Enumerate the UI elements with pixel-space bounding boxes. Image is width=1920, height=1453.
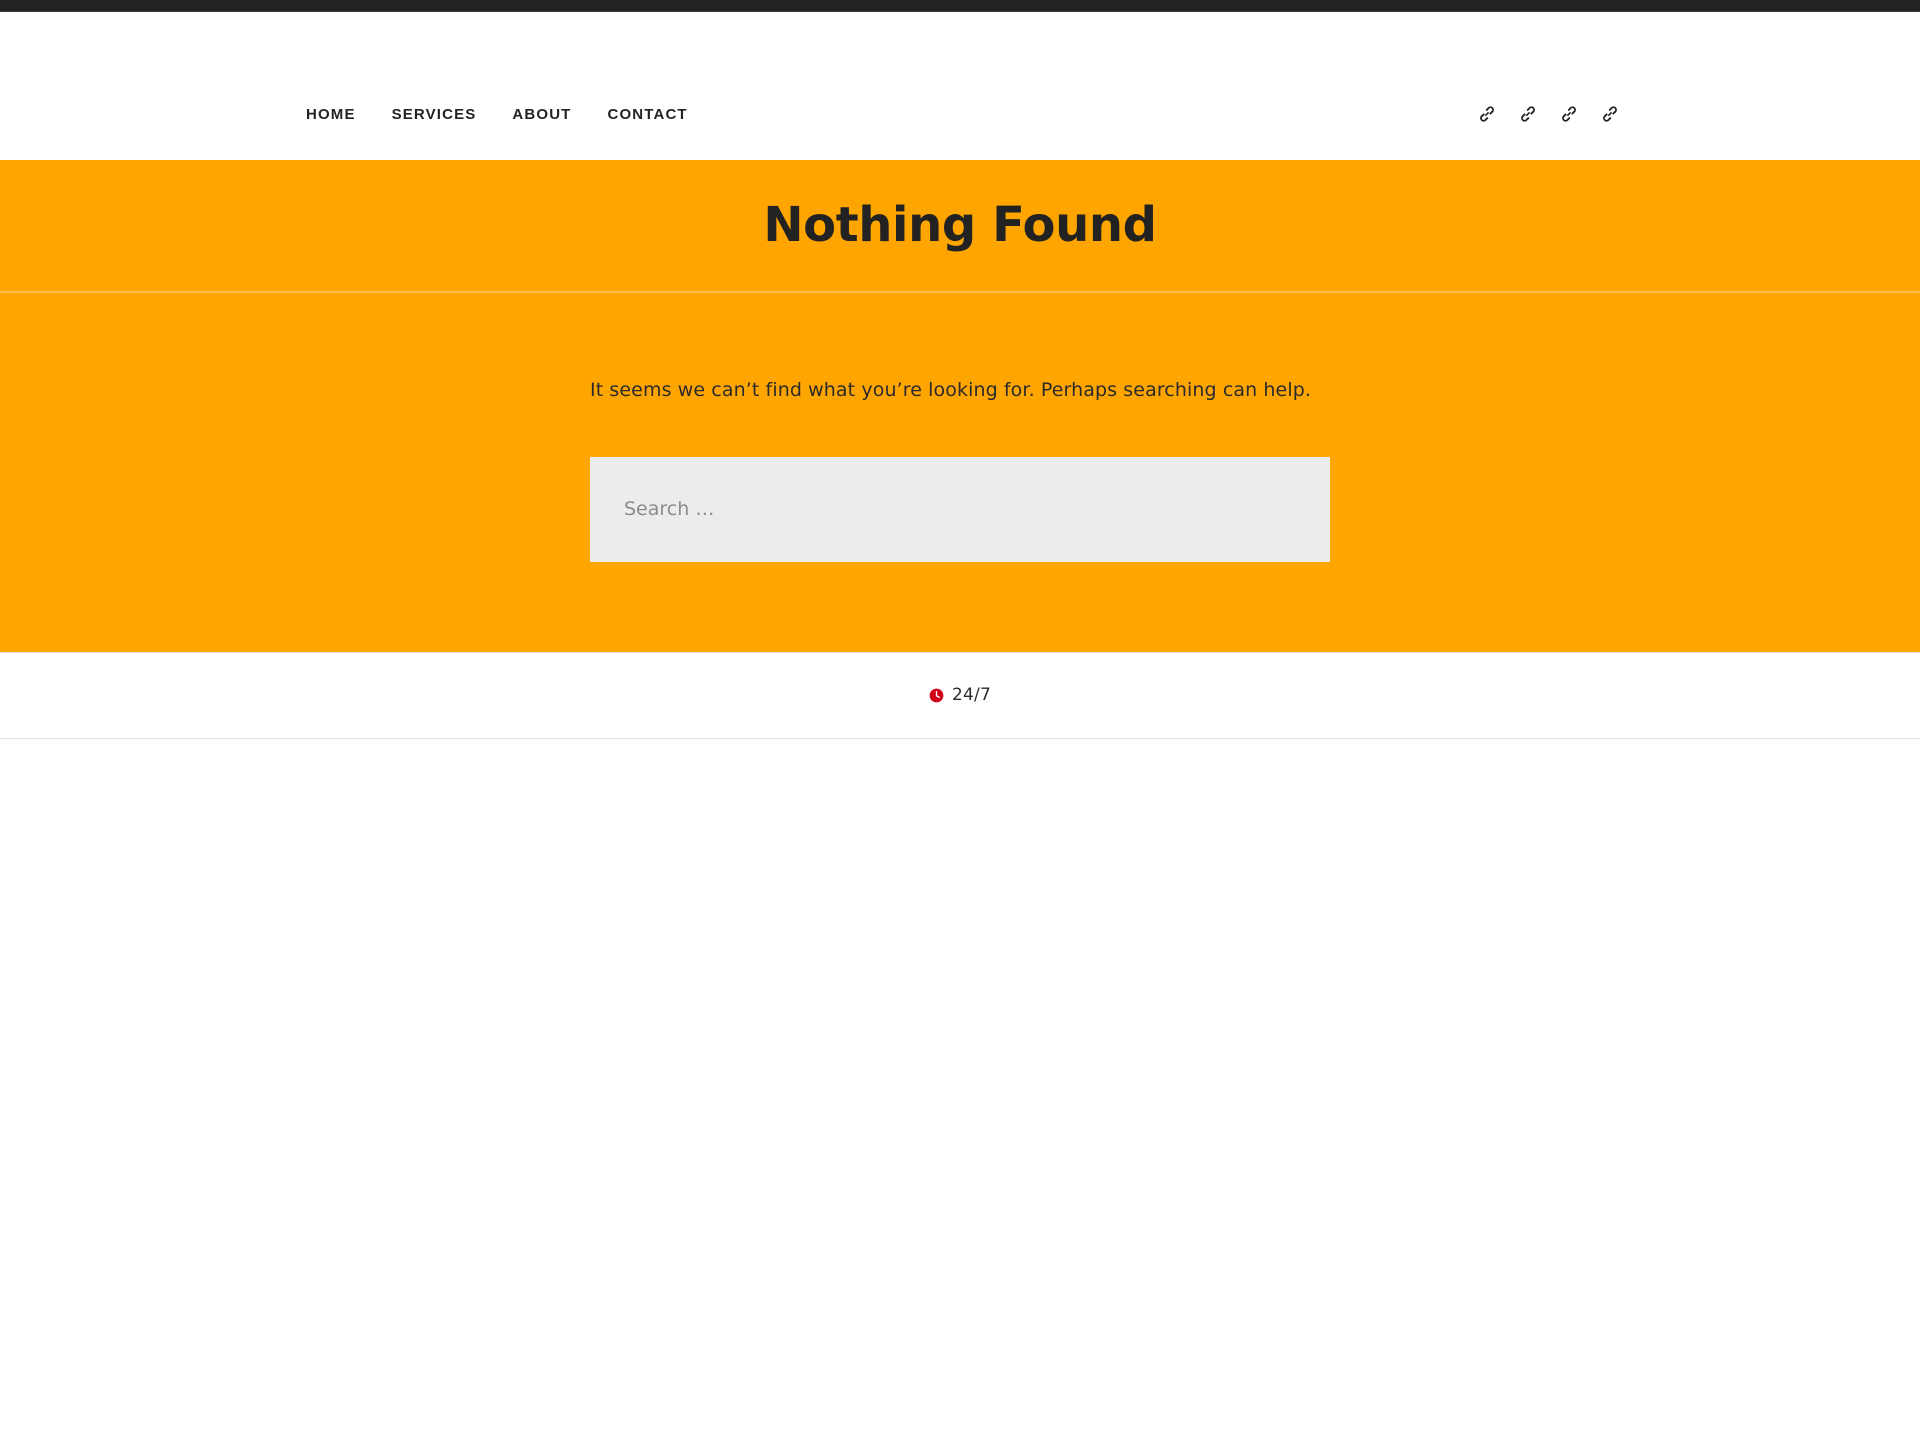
- link-icon[interactable]: [1600, 104, 1620, 124]
- social-links: [1477, 104, 1620, 124]
- page-blank-area: [0, 738, 1920, 1453]
- nav-item-about[interactable]: ABOUT: [512, 107, 571, 122]
- footer-hours: 24/7: [929, 684, 991, 705]
- clock-icon: [929, 688, 944, 703]
- footer-hours-label: 24/7: [952, 684, 991, 705]
- search-form: [590, 456, 1330, 562]
- link-icon[interactable]: [1518, 104, 1538, 124]
- search-input[interactable]: [590, 456, 1330, 562]
- page-hero: Nothing Found: [0, 160, 1920, 293]
- main-navigation: HOME SERVICES ABOUT CONTACT: [306, 107, 688, 122]
- nav-item-contact[interactable]: CONTACT: [607, 107, 687, 122]
- top-accent-bar: [0, 0, 1920, 12]
- content-inner: It seems we can’t find what you’re looki…: [590, 376, 1330, 562]
- no-results-message: It seems we can’t find what you’re looki…: [590, 379, 1312, 401]
- site-footer: 24/7: [0, 652, 1920, 739]
- page-title: Nothing Found: [763, 197, 1157, 254]
- nav-item-services[interactable]: SERVICES: [392, 107, 477, 122]
- link-icon[interactable]: [1477, 104, 1497, 124]
- site-header: HOME SERVICES ABOUT CONTACT: [0, 12, 1920, 160]
- main-content: It seems we can’t find what you’re looki…: [0, 293, 1920, 653]
- header-inner: HOME SERVICES ABOUT CONTACT: [0, 12, 1920, 160]
- nav-item-home[interactable]: HOME: [306, 107, 356, 122]
- link-icon[interactable]: [1559, 104, 1579, 124]
